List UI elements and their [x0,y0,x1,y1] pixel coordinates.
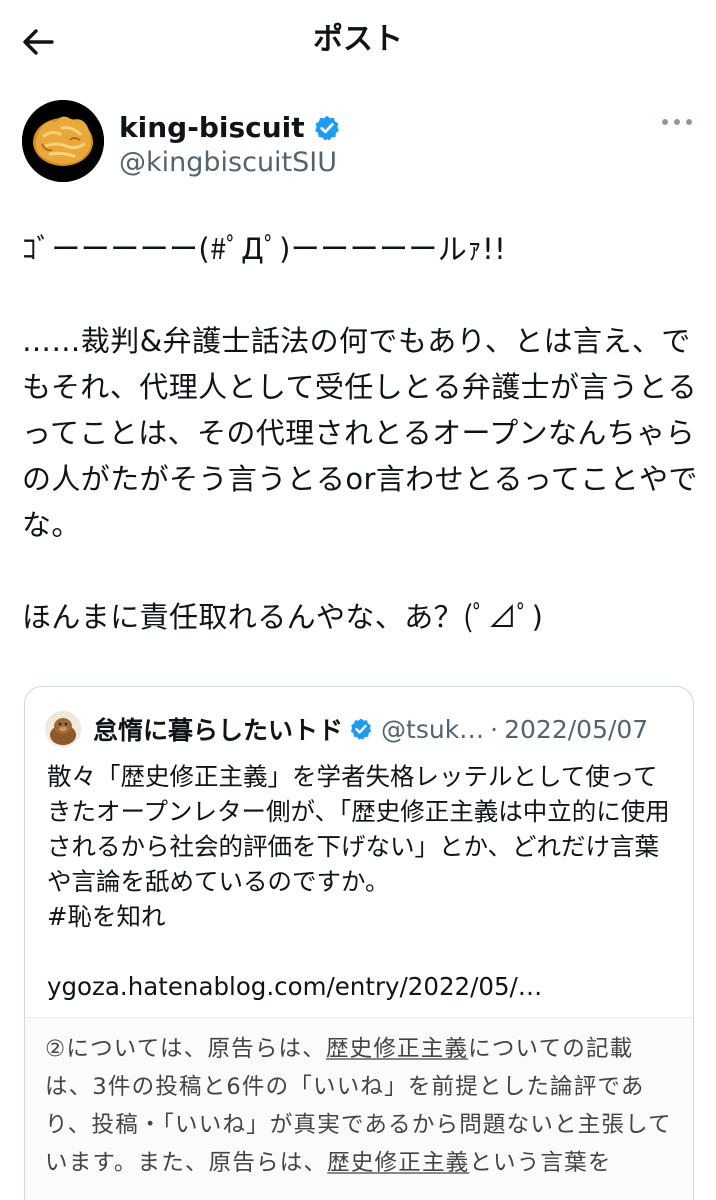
avatar[interactable] [22,100,104,182]
author-name-row: king-biscuit [119,110,341,146]
page-title: ポスト [313,22,403,57]
post-author: king-biscuit @kingbiscuitSIU [22,100,694,190]
author-handle[interactable]: @kingbiscuitSIU [119,146,337,180]
quoted-post-date: 2022/05/07 [504,714,649,744]
quoted-post-image[interactable]: ②については、原告らは、歴史修正主義についての記載は、3件の投稿と6件の「いいね… [25,1017,693,1200]
image-text-part: という言葉を [469,1150,612,1176]
quoted-post-link[interactable]: ygoza.hatenablog.com/entry/2022/05/… [47,969,542,1005]
quoted-separator: · [490,714,499,744]
biscuit-avatar-image [22,100,104,182]
quoted-image-text: ②については、原告らは、歴史修正主義についての記載は、3件の投稿と6件の「いいね… [45,1030,675,1182]
quoted-post[interactable]: 怠惰に暮らしたいトド @tsuk… · 2022/05/07 散々「歴史修正主義… [24,686,694,1200]
image-text-underlined: 歴史修正主義 [325,1036,469,1062]
quoted-post-text: 散々「歴史修正主義」を学者失格レッテルとして使ってきたオープンレター側が、「歴史… [47,762,670,931]
image-text-underlined: 歴史修正主義 [327,1150,470,1176]
walrus-avatar-image [45,711,81,747]
verified-badge-icon [350,718,372,740]
quoted-author-name: 怠惰に暮らしたいトド [93,716,344,745]
author-display-name[interactable]: king-biscuit [119,110,305,146]
quoted-author-avatar [45,711,81,747]
more-options-icon[interactable] [660,112,694,132]
top-bar: ポスト [0,0,716,82]
verified-badge-icon [314,115,339,141]
quoted-post-header: 怠惰に暮らしたいトド @tsuk… · 2022/05/07 [45,709,685,749]
post-text: ｺﾞーーーーー(#ﾟДﾟ)ーーーーールｧ!! ……裁判&弁護士話法の何でもあり、… [22,232,698,634]
quoted-author-handle: @tsuk… [381,714,485,744]
image-text-part: ②については、原告らは、 [45,1036,326,1062]
